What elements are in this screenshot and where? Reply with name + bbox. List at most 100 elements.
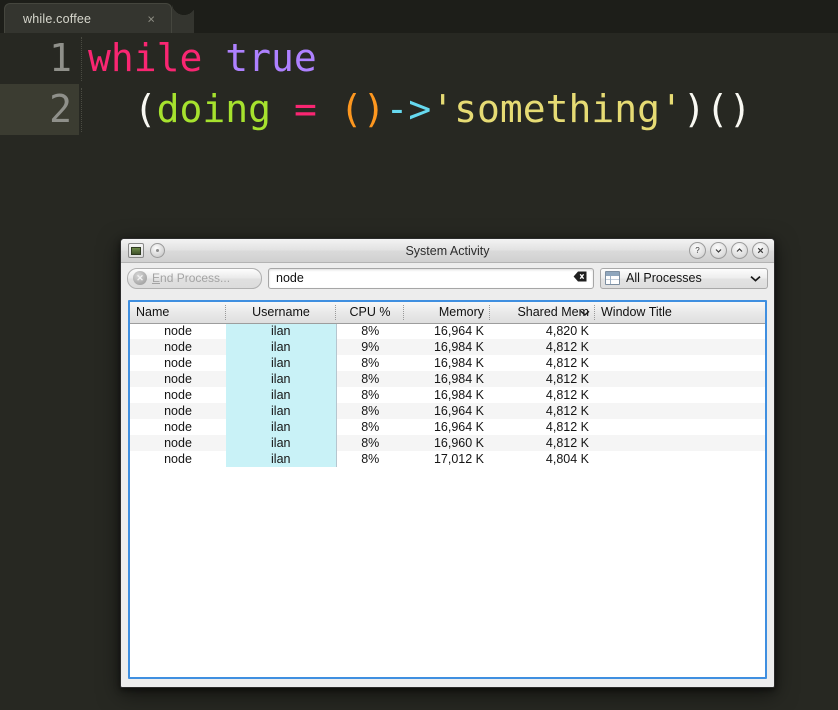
editor-tab-bar: while.coffee × [0, 0, 838, 33]
column-header-mem[interactable]: Memory [404, 302, 490, 324]
cell-name: node [130, 371, 226, 387]
chevron-down-icon [750, 271, 761, 285]
cell-mem: 16,984 K [404, 371, 490, 387]
gutter-separator [81, 88, 82, 132]
cell-user: ilan [226, 403, 337, 419]
cell-cpu: 8% [336, 355, 404, 371]
column-header-name[interactable]: Name [130, 302, 226, 324]
minimize-button[interactable] [710, 242, 727, 259]
end-process-rest: nd Process... [160, 271, 231, 285]
cell-cpu: 8% [336, 435, 404, 451]
cell-user: ilan [226, 387, 337, 403]
code-token: -> [385, 87, 432, 131]
cell-mem: 16,964 K [404, 323, 490, 339]
cell-shr: 4,820 K [490, 323, 595, 339]
cell-user: ilan [226, 355, 337, 371]
cell-user: ilan [226, 451, 337, 467]
cell-cpu: 8% [336, 387, 404, 403]
code-line: 1 while true [0, 33, 838, 84]
column-header-shr[interactable]: Shared Mem [490, 302, 595, 324]
cell-cpu: 8% [336, 323, 404, 339]
cell-name: node [130, 419, 226, 435]
cell-wt [595, 355, 765, 371]
cell-name: node [130, 451, 226, 467]
table-grid-icon [605, 271, 620, 285]
cell-name: node [130, 403, 226, 419]
cell-wt [595, 435, 765, 451]
table-row[interactable]: node ilan 8% 16,960 K 4,812 K [130, 435, 765, 451]
search-input[interactable] [269, 268, 593, 288]
code-token: true [225, 36, 317, 80]
cell-mem: 16,984 K [404, 339, 490, 355]
cell-wt [595, 403, 765, 419]
process-filter-label: All Processes [626, 271, 702, 285]
window-toolbar: ✕ End Process... All Processes [121, 263, 774, 293]
cell-shr: 4,812 K [490, 435, 595, 451]
table-row[interactable]: node ilan 8% 16,984 K 4,812 K [130, 371, 765, 387]
maximize-button[interactable] [731, 242, 748, 259]
monitor-icon [128, 243, 144, 258]
cell-cpu: 8% [336, 371, 404, 387]
cell-shr: 4,812 K [490, 387, 595, 403]
table-row[interactable]: node ilan 8% 16,964 K 4,812 K [130, 419, 765, 435]
table-row[interactable]: node ilan 8% 17,012 K 4,804 K [130, 451, 765, 467]
cell-cpu: 8% [336, 419, 404, 435]
window-title: System Activity [405, 243, 490, 258]
code-token: ( [133, 87, 157, 131]
code-area[interactable]: 1 while true 2 (doing = ()->'something')() [0, 33, 838, 153]
process-filter-dropdown[interactable]: All Processes [600, 267, 768, 289]
table-row[interactable]: node ilan 8% 16,984 K 4,812 K [130, 355, 765, 371]
close-icon[interactable]: × [147, 12, 155, 25]
cell-name: node [130, 387, 226, 403]
cell-shr: 4,812 K [490, 339, 595, 355]
tab-curve-decoration [172, 3, 194, 33]
end-process-accel: E [152, 271, 161, 285]
window-controls: ? [689, 242, 769, 259]
cell-user: ilan [226, 419, 337, 435]
editor-tab-label: while.coffee [23, 11, 92, 26]
table-row[interactable]: node ilan 9% 16,984 K 4,812 K [130, 339, 765, 355]
window-menu-button[interactable] [150, 243, 165, 258]
header-row: Name Username CPU % Memory Shared Mem Window … [130, 302, 765, 324]
cell-wt [595, 419, 765, 435]
cell-wt [595, 387, 765, 403]
cell-mem: 16,964 K [404, 419, 490, 435]
column-header-user[interactable]: Username [226, 302, 336, 324]
help-button[interactable]: ? [689, 242, 706, 259]
table-row[interactable]: node ilan 8% 16,964 K 4,820 K [130, 323, 765, 339]
search-field[interactable] [268, 267, 594, 289]
column-header-wt[interactable]: Window Title [595, 302, 765, 324]
gutter-separator [81, 37, 82, 81]
window-titlebar[interactable]: System Activity ? [121, 239, 774, 263]
code-token: )() [682, 87, 752, 131]
cell-user: ilan [226, 371, 337, 387]
code-line: 2 (doing = ()->'something')() [0, 84, 838, 135]
process-table: Name Username CPU % Memory Shared Mem Window … [130, 302, 765, 467]
end-process-button[interactable]: ✕ End Process... [127, 267, 262, 289]
table-row[interactable]: node ilan 8% 16,964 K 4,812 K [130, 403, 765, 419]
cell-user: ilan [226, 339, 337, 355]
cell-user: ilan [226, 435, 337, 451]
close-button[interactable] [752, 242, 769, 259]
column-header-label: Username [252, 305, 310, 320]
column-header-label: Window Title [601, 305, 672, 320]
code-line-text: (doing = ()->'something')() [88, 84, 752, 135]
cell-wt [595, 371, 765, 387]
cell-shr: 4,812 K [490, 403, 595, 419]
table-row[interactable]: node ilan 8% 16,984 K 4,812 K [130, 387, 765, 403]
column-header-cpu[interactable]: CPU % [336, 302, 404, 324]
cell-mem: 16,984 K [404, 387, 490, 403]
process-table-panel[interactable]: Name Username CPU % Memory Shared Mem Window … [128, 300, 767, 679]
svg-text:?: ? [695, 246, 700, 255]
cell-wt [595, 451, 765, 467]
editor-tab-while-coffee[interactable]: while.coffee × [4, 3, 172, 33]
cell-mem: 17,012 K [404, 451, 490, 467]
cell-name: node [130, 355, 226, 371]
cell-mem: 16,964 K [404, 403, 490, 419]
column-header-label: Shared Mem [517, 305, 589, 320]
code-token: () [339, 87, 386, 131]
process-table-header: Name Username CPU % Memory Shared Mem Window … [130, 302, 765, 324]
code-token: = [293, 87, 317, 131]
column-header-label: Memory [438, 305, 484, 320]
clear-backspace-icon[interactable] [573, 271, 587, 285]
